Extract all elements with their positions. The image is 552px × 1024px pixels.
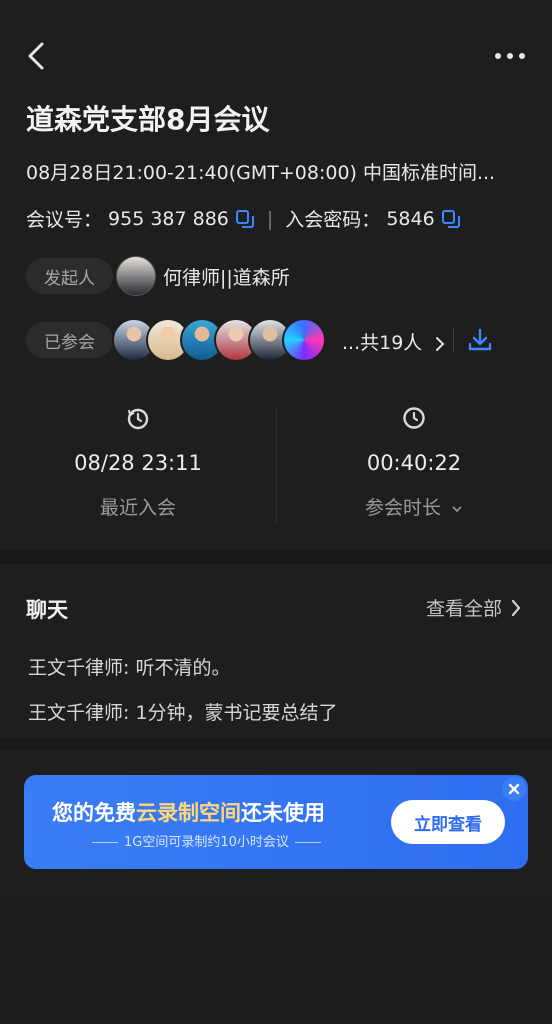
copy-password-icon[interactable]	[441, 209, 461, 229]
banner-title-part: 还未使用	[241, 801, 325, 825]
back-button[interactable]	[22, 40, 54, 72]
section-separator	[0, 550, 552, 564]
joined-label: 已参会	[26, 322, 113, 358]
more-dots-icon	[495, 53, 525, 59]
meeting-time: 08月28日21:00-21:40(GMT+08:00) 中国标准时间...	[26, 162, 496, 184]
duration-label-row: 参会时长	[276, 493, 552, 520]
more-button[interactable]	[490, 44, 530, 68]
last-join-value: 08/28 23:11	[74, 451, 202, 475]
chevron-left-icon	[28, 42, 44, 70]
close-icon	[508, 783, 520, 795]
history-icon	[127, 408, 149, 430]
chevron-right-icon	[436, 336, 445, 351]
avatar	[282, 318, 326, 362]
banner-title-highlight: 云录制空间	[136, 801, 241, 825]
meeting-detail-page: 道森党支部8月会议 08月28日21:00-21:40(GMT+08:00) 中…	[0, 0, 552, 1024]
clock-icon	[403, 407, 425, 429]
participant-count: ...共19人	[342, 332, 423, 354]
duration-stat[interactable]: 00:40:22 参会时长	[276, 405, 552, 520]
duration-label: 参会时长	[364, 497, 441, 519]
meeting-id-row: 会议号： 955 387 886 | 入会密码： 5846	[26, 205, 461, 232]
host-name: 何律师||道森所	[163, 267, 290, 289]
meeting-title: 道森党支部8月会议	[26, 103, 270, 136]
chat-message: 王文千律师: 听不清的。	[28, 657, 231, 679]
chevron-right-icon	[511, 599, 521, 616]
chat-message: 王文千律师: 1分钟，蒙书记要总结了	[28, 702, 338, 724]
banner-title: 您的免费云录制空间还未使用	[52, 797, 325, 827]
meeting-id-value: 955 387 886	[108, 207, 229, 230]
meeting-password-value: 5846	[386, 207, 435, 230]
banner-title-part: 您的免费	[52, 801, 136, 825]
last-join-label: 最近入会	[99, 497, 176, 519]
view-all-label: 查看全部	[425, 598, 502, 620]
id-divider: |	[266, 207, 274, 230]
view-now-button[interactable]: 立即查看	[391, 800, 505, 844]
copy-id-icon[interactable]	[235, 209, 255, 229]
cloud-recording-banner[interactable]: 您的免费云录制空间还未使用 1G空间可录制约10小时会议 立即查看	[24, 775, 528, 869]
banner-subtitle: 1G空间可录制约10小时会议	[86, 831, 327, 850]
download-icon[interactable]	[466, 326, 494, 354]
meeting-password-label: 入会密码：	[285, 209, 381, 231]
divider	[453, 328, 454, 352]
participant-avatars[interactable]	[112, 318, 326, 362]
duration-value: 00:40:22	[366, 451, 462, 475]
chevron-down-icon	[452, 505, 462, 512]
section-separator	[0, 738, 552, 750]
participant-count-link[interactable]: ...共19人	[342, 328, 446, 355]
chat-section-title: 聊天	[26, 598, 68, 622]
close-banner-button[interactable]	[502, 777, 526, 801]
host-label: 发起人	[26, 258, 113, 294]
host-avatar	[116, 256, 156, 296]
last-join-stat: 08/28 23:11 最近入会	[0, 405, 276, 520]
bottom-area	[0, 895, 552, 1024]
view-all-chat-button[interactable]: 查看全部	[426, 594, 522, 621]
meeting-id-label: 会议号：	[26, 209, 103, 231]
